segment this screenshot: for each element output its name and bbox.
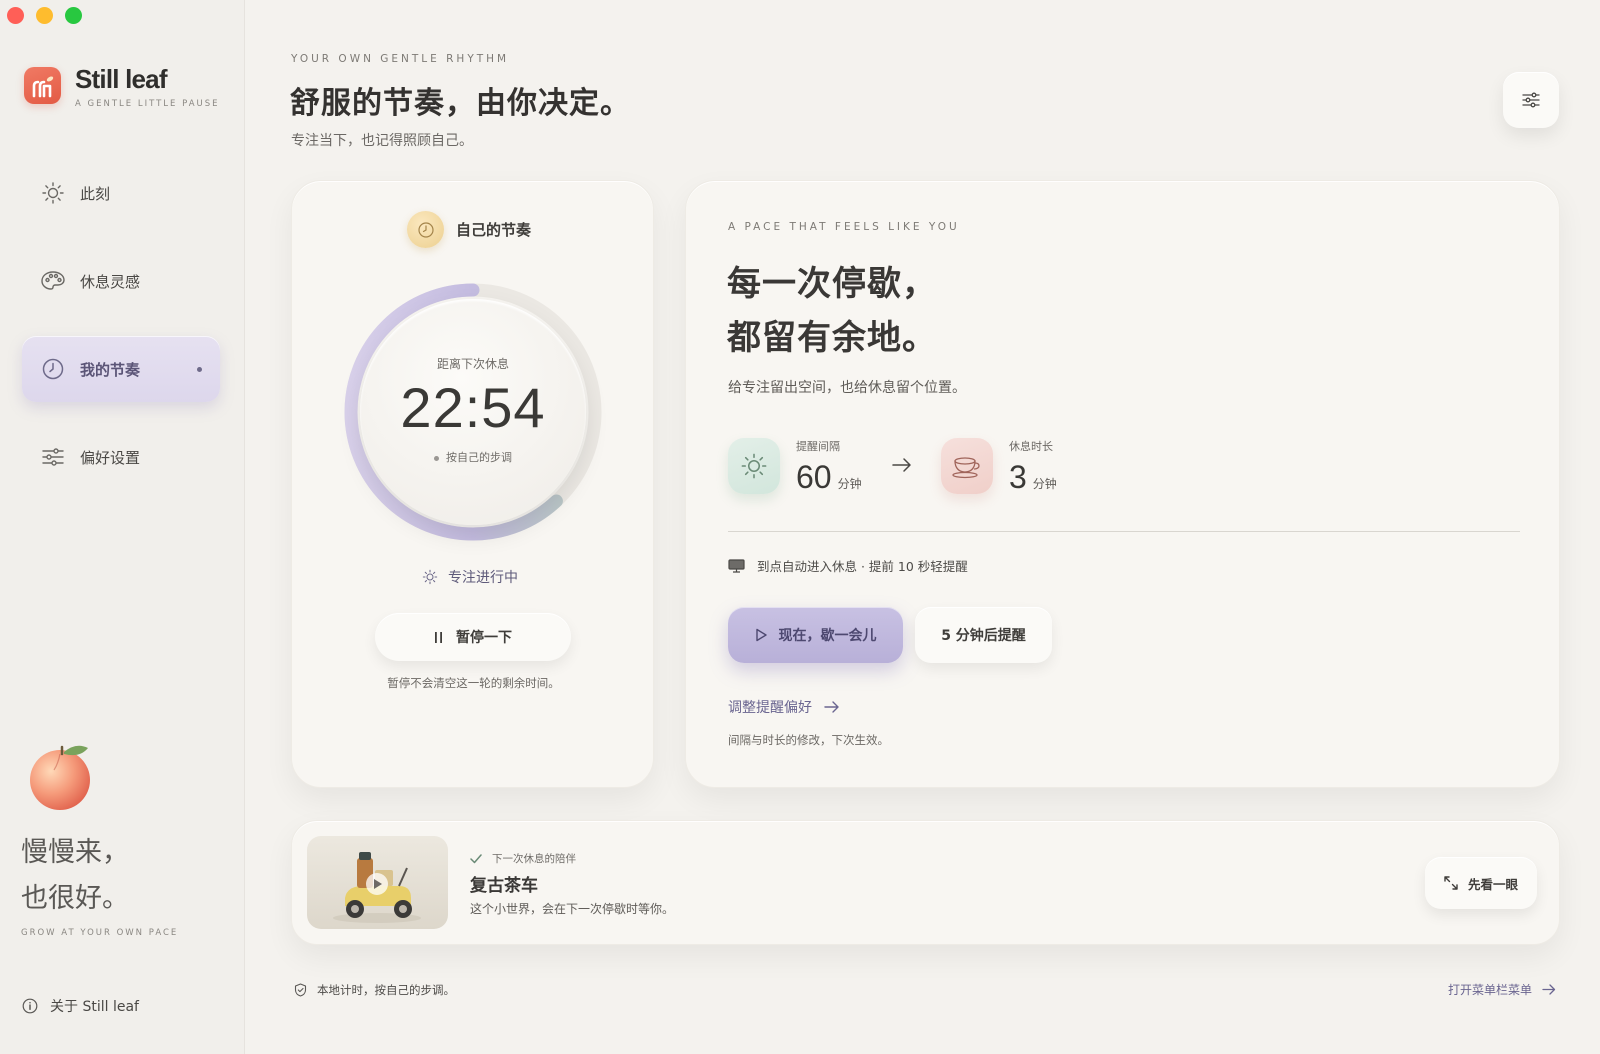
sidebar-item-preferences[interactable]: 偏好设置 <box>22 424 220 490</box>
break-now-button[interactable]: 现在，歇一会儿 <box>728 607 903 663</box>
auto-break-text: 到点自动进入休息 · 提前 10 秒轻提醒 <box>757 559 968 574</box>
quote-subtitle: GROW AT YOUR OWN PACE <box>21 928 179 938</box>
duration-label: 休息时长 <box>1009 440 1053 453</box>
sliders-icon <box>1522 92 1540 108</box>
sidebar-item-inspiration[interactable]: 休息灵感 <box>22 248 220 314</box>
sun-icon <box>728 438 780 494</box>
about-label: 关于 Still leaf <box>50 999 139 1015</box>
arrow-right-icon <box>824 701 839 713</box>
interval-value: 60 <box>796 459 832 495</box>
sliders-icon <box>40 444 66 470</box>
pace-title-line-1: 每一次停歇， <box>727 264 937 304</box>
sidebar-item-my-rhythm[interactable]: 我的节奏 <box>22 336 220 402</box>
active-indicator-dot <box>197 367 202 372</box>
clock-icon <box>40 356 66 382</box>
adjust-settings-button[interactable] <box>1503 72 1559 128</box>
teacup-icon <box>941 438 993 494</box>
companion-tag: 下一次休息的陪伴 <box>470 851 576 866</box>
sidebar-item-label: 我的节奏 <box>80 360 141 379</box>
remind-later-button[interactable]: 5 分钟后提醒 <box>915 607 1052 663</box>
pause-note: 暂停不会清空这一轮的剩余时间。 <box>387 676 560 690</box>
arrow-right-icon <box>1542 984 1556 995</box>
interval-label: 提醒间隔 <box>796 440 840 453</box>
timer-heading-label: 自己的节奏 <box>456 221 532 239</box>
duration-value: 3 <box>1009 459 1027 495</box>
arrow-right-icon <box>892 458 911 472</box>
countdown-dial: 距离下次休息 22:54 按自己的步调 <box>342 281 604 543</box>
sun-icon <box>422 569 438 585</box>
sidebar-nav: 此刻 休息灵感 我的节奏 偏好设置 <box>22 160 220 512</box>
companion-title: 复古茶车 <box>470 876 538 896</box>
about-link[interactable]: 关于 Still leaf <box>22 996 139 1016</box>
pace-kicker: A PACE THAT FEELS LIKE YOU <box>728 221 960 233</box>
header-kicker: YOUR OWN GENTLE RHYTHM <box>291 53 510 65</box>
countdown-note: 按自己的步调 <box>342 449 604 465</box>
remind-later-label: 5 分钟后提醒 <box>941 628 1026 644</box>
timer-card: 自己的节奏 距离下次休息 22:54 按自己的步调 专注进行中 暂停一下 暂停不… <box>291 180 654 788</box>
app-window: Still leaf A GENTLE LITTLE PAUSE 此刻 休息灵感… <box>0 0 1600 1054</box>
open-menubar-label: 打开菜单栏菜单 <box>1447 983 1532 997</box>
shield-check-icon <box>294 983 307 997</box>
footer-status-label: 本地计时，按自己的步调。 <box>317 983 455 997</box>
companion-subtitle: 这个小世界，会在下一次停歇时等你。 <box>470 902 675 916</box>
sidebar-item-label: 此刻 <box>80 184 111 203</box>
countdown-time: 22:54 <box>400 376 546 439</box>
quote-line-2: 也很好。 <box>21 883 129 914</box>
minimize-window-button[interactable] <box>36 7 53 24</box>
pace-card: A PACE THAT FEELS LIKE YOU 每一次停歇， 都留有余地。… <box>685 180 1560 788</box>
clock-icon <box>407 211 444 248</box>
brand: Still leaf A GENTLE LITTLE PAUSE <box>24 64 220 109</box>
focus-status: 专注进行中 <box>422 567 518 587</box>
companion-tag-label: 下一次休息的陪伴 <box>492 853 576 865</box>
expand-icon <box>1444 876 1458 890</box>
interval-unit: 分钟 <box>837 477 862 491</box>
peek-label: 先看一眼 <box>1467 876 1518 892</box>
open-menubar-link[interactable]: 打开菜单栏菜单 <box>1448 981 1556 998</box>
tea-cart-thumbnail[interactable] <box>307 836 448 929</box>
pace-title: 每一次停歇， 都留有余地。 <box>727 257 937 365</box>
countdown-label: 距离下次休息 <box>436 357 509 371</box>
footer-status: 本地计时，按自己的步调。 <box>294 982 455 998</box>
window-controls <box>7 7 82 24</box>
divider <box>728 531 1520 532</box>
pause-label: 暂停一下 <box>456 630 512 646</box>
duration-unit: 分钟 <box>1032 477 1057 491</box>
pause-icon <box>435 631 442 643</box>
pause-button[interactable]: 暂停一下 <box>375 613 571 661</box>
timer-heading: 自己的节奏 <box>407 211 531 248</box>
sidebar-item-label: 偏好设置 <box>80 448 141 467</box>
page-subtitle: 专注当下，也记得照顾自己。 <box>291 133 473 149</box>
peek-button[interactable]: 先看一眼 <box>1425 857 1537 909</box>
check-icon <box>470 853 482 863</box>
monitor-icon <box>728 558 745 573</box>
duration-stat: 休息时长 3 分钟 <box>941 438 1057 494</box>
sidebar-item-label: 休息灵感 <box>80 272 141 291</box>
app-logo-icon <box>24 67 61 104</box>
sidebar: Still leaf A GENTLE LITTLE PAUSE 此刻 休息灵感… <box>0 0 245 1054</box>
quote-line-1: 慢慢来， <box>21 837 129 868</box>
app-tagline: A GENTLE LITTLE PAUSE <box>75 99 220 109</box>
maximize-window-button[interactable] <box>65 7 82 24</box>
play-icon <box>755 628 767 642</box>
interval-stat: 提醒间隔 60 分钟 <box>728 438 862 494</box>
sun-icon <box>40 180 66 206</box>
sidebar-item-now[interactable]: 此刻 <box>22 160 220 226</box>
focus-status-label: 专注进行中 <box>448 570 518 586</box>
info-icon <box>22 998 38 1014</box>
close-window-button[interactable] <box>7 7 24 24</box>
auto-break-info: 到点自动进入休息 · 提前 10 秒轻提醒 <box>728 556 968 575</box>
adjust-preferences-link[interactable]: 调整提醒偏好 <box>728 697 840 717</box>
pace-title-line-2: 都留有余地。 <box>727 318 937 358</box>
sidebar-quote: 慢慢来， 也很好。 <box>21 830 129 922</box>
break-now-label: 现在，歇一会儿 <box>778 628 877 644</box>
palette-icon <box>40 268 66 294</box>
app-name: Still leaf <box>75 64 168 94</box>
peach-illustration <box>24 740 98 818</box>
pace-description: 给专注留出空间，也给休息留个位置。 <box>728 380 966 396</box>
adjust-preferences-label: 调整提醒偏好 <box>728 700 812 716</box>
page-title: 舒服的节奏，由你决定。 <box>290 86 631 121</box>
adjust-note: 间隔与时长的修改，下次生效。 <box>728 733 889 747</box>
companion-card: 下一次休息的陪伴 复古茶车 这个小世界，会在下一次停歇时等你。 先看一眼 <box>291 820 1560 945</box>
